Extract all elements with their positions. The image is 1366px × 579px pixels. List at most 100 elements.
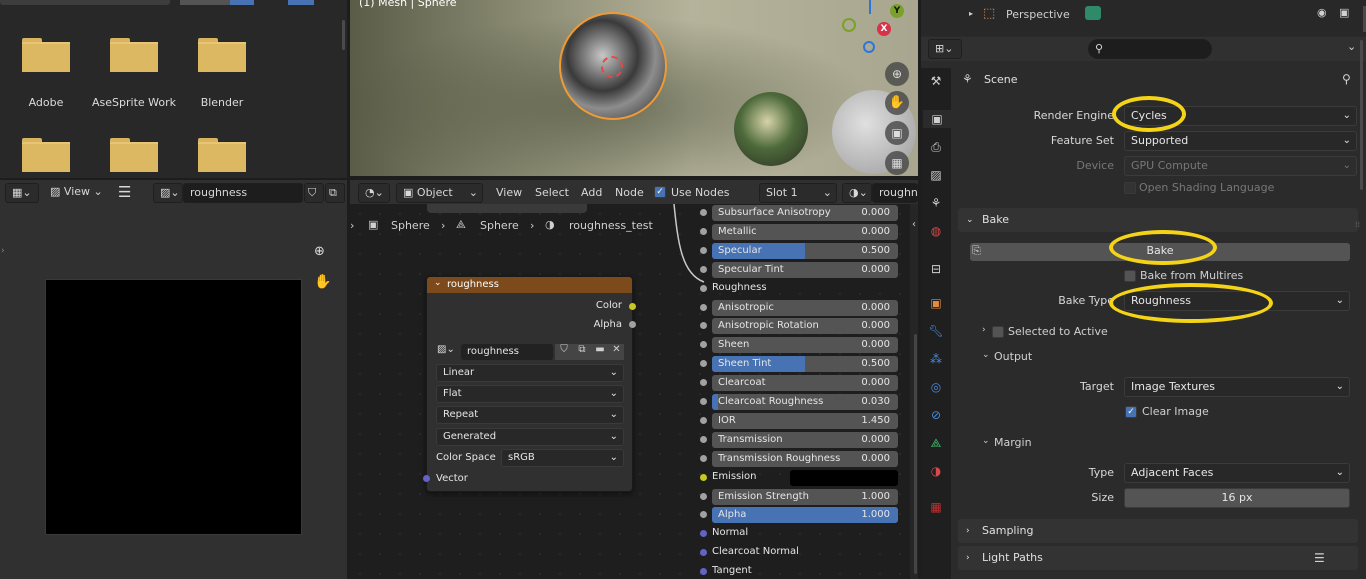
open-folder-icon[interactable]: ▬ (591, 344, 609, 360)
editor-type-dropdown[interactable]: ▦⌄ (5, 183, 39, 203)
color-output-socket[interactable] (629, 303, 636, 310)
bsdf-input-row[interactable]: Specular Tint 0.000 (700, 261, 910, 279)
node-title[interactable]: roughness (427, 277, 632, 293)
material-name-field[interactable]: roughne (872, 183, 918, 203)
object-tab-icon[interactable]: ▣ (927, 294, 945, 312)
output-subpanel[interactable]: Output (994, 350, 1032, 363)
input-socket[interactable] (700, 284, 707, 292)
bsdf-input-row[interactable]: Anisotropic Rotation 0.000 (700, 317, 910, 335)
chevron-down-icon[interactable]: ⌄ (982, 350, 990, 360)
material-browse-icon[interactable]: ◑⌄ (842, 183, 872, 203)
input-value-slider[interactable]: IOR 1.450 (712, 412, 898, 429)
bsdf-input-row[interactable]: Roughness (700, 280, 910, 298)
folder-label[interactable]: AseSprite Work (89, 96, 179, 109)
input-socket[interactable] (700, 265, 707, 273)
input-socket[interactable] (700, 454, 707, 462)
bsdf-input-row[interactable]: Sheen Tint 0.500 (700, 355, 910, 373)
bake-panel-header[interactable]: ⌄ Bake (958, 208, 1358, 232)
input-socket[interactable] (700, 492, 707, 500)
input-value-slider[interactable]: Sheen Tint 0.500 (712, 356, 898, 373)
zoom-icon[interactable]: ⊕ (314, 244, 325, 259)
color-space-dropdown[interactable]: sRGB ⌄ (501, 449, 624, 467)
osl-checkbox[interactable] (1124, 182, 1136, 194)
folder-label[interactable]: Adobe (1, 96, 91, 109)
input-value-slider[interactable]: Alpha 1.000 (712, 507, 898, 524)
bsdf-input-row[interactable]: Clearcoat Roughness 0.030 (700, 393, 910, 411)
scrollbar[interactable] (1360, 40, 1363, 190)
bsdf-input-row[interactable]: Emission Strength 1.000 (700, 488, 910, 506)
principled-bsdf-node[interactable]: Subsurface Anisotropy 0.000 Metallic 0.000 S… (700, 204, 910, 579)
bsdf-input-row[interactable]: Metallic 0.000 (700, 223, 910, 241)
bsdf-input-row[interactable]: Sheen 0.000 (700, 336, 910, 354)
duplicate-icon[interactable]: ⧉ (573, 344, 591, 360)
input-socket[interactable] (700, 341, 707, 349)
fake-user-shield-icon[interactable]: ⛉ (304, 183, 324, 203)
selected-to-active-checkbox[interactable] (992, 326, 1004, 338)
view-menu[interactable]: View (64, 185, 90, 198)
input-value-slider[interactable]: Anisotropic 0.000 (712, 299, 898, 316)
input-value-slider[interactable]: Sheen 0.000 (712, 337, 898, 354)
view-layer-tab-icon[interactable]: ▨ (927, 166, 945, 184)
image-browse-icon[interactable]: ▨⌄ (153, 183, 183, 203)
zoom-icon[interactable]: ⊕ (885, 62, 909, 86)
feature-set-dropdown[interactable]: Supported ⌄ (1124, 131, 1357, 151)
world-tab-icon[interactable]: ◍ (927, 222, 945, 240)
input-socket[interactable] (700, 549, 707, 557)
bsdf-input-row[interactable]: Transmission 0.000 (700, 431, 910, 449)
input-socket[interactable] (700, 303, 707, 311)
interpolation-dropdown[interactable]: Linear ⌄ (436, 364, 624, 382)
sidebar-toggle-icon[interactable]: ‹ (912, 219, 916, 230)
properties-search[interactable]: ⚲ (1088, 39, 1212, 59)
bsdf-input-row[interactable]: Emission (700, 469, 910, 487)
image-name-field[interactable]: roughness (183, 183, 303, 203)
view-toggle-active[interactable] (230, 0, 254, 5)
bake-multires-checkbox[interactable] (1124, 270, 1136, 282)
modifier-tab-icon[interactable]: 🔧︎ (927, 322, 945, 340)
pan-hand-icon[interactable]: ✋ (885, 91, 909, 115)
vector-input-socket[interactable] (423, 475, 430, 482)
margin-subpanel[interactable]: Margin (994, 436, 1032, 449)
menu-add[interactable]: Add (581, 184, 602, 202)
folder-label[interactable]: Blender (177, 96, 267, 109)
bsdf-input-row[interactable]: Clearcoat Normal (700, 544, 910, 562)
image-name-field[interactable]: roughness (461, 344, 553, 360)
target-dropdown[interactable]: Image Textures ⌄ (1124, 377, 1350, 397)
folder-icon[interactable] (22, 138, 70, 174)
tool-tab-icon[interactable]: ⚒ (927, 72, 945, 90)
scene-tab-icon[interactable]: ⚘ (927, 194, 945, 212)
particles-tab-icon[interactable]: ⁂ (927, 350, 945, 368)
gizmo-y-icon[interactable]: Y (890, 4, 904, 18)
data-tab-icon[interactable]: ⟁ (927, 434, 945, 452)
selected-to-active-label[interactable]: Selected to Active (1008, 325, 1108, 338)
bsdf-input-row[interactable]: Subsurface Anisotropy 0.000 (700, 204, 910, 222)
use-nodes-checkbox[interactable]: ✓ (654, 186, 666, 198)
camera-render-icon[interactable]: ▣ (1339, 6, 1349, 19)
node-fragment[interactable] (427, 204, 587, 213)
input-value-slider[interactable]: Subsurface Anisotropy 0.000 (712, 205, 898, 221)
bsdf-input-row[interactable]: Alpha 1.000 (700, 506, 910, 524)
chevron-right-icon[interactable]: › (982, 325, 986, 335)
input-socket[interactable] (700, 209, 707, 216)
collapse-chevron-icon[interactable]: ⌄ (434, 278, 442, 288)
bsdf-input-row[interactable]: Tangent (700, 563, 910, 579)
chevron-down-icon[interactable]: ⌄ (982, 436, 990, 446)
3d-viewport[interactable]: (1) Mesh | Sphere Y X ⊕ ✋ ▣ ▦ (350, 0, 918, 176)
input-value-slider[interactable]: Metallic 0.000 (712, 223, 898, 240)
source-dropdown[interactable]: Generated ⌄ (436, 428, 624, 446)
physics-tab-icon[interactable]: ◎ (927, 378, 945, 396)
drag-handle-icon[interactable]: ⁞⁞ (1355, 220, 1361, 260)
alpha-output-socket[interactable] (629, 321, 636, 328)
path-field[interactable] (0, 0, 170, 5)
input-socket[interactable] (700, 322, 707, 330)
outliner-item[interactable]: Perspective (1006, 8, 1070, 21)
folder-icon[interactable] (22, 38, 70, 72)
input-value-slider[interactable]: Clearcoat Roughness 0.030 (712, 394, 898, 410)
extension-dropdown[interactable]: Repeat ⌄ (436, 406, 624, 424)
input-socket[interactable] (700, 568, 707, 576)
input-socket[interactable] (700, 227, 707, 235)
eye-visibility-icon[interactable]: ◉ (1317, 6, 1327, 19)
fake-user-shield-icon[interactable]: ⛉ (555, 344, 573, 360)
menu-node[interactable]: Node (615, 184, 644, 202)
bsdf-input-row[interactable]: Anisotropic 0.000 (700, 299, 910, 317)
view-mode-dropdown[interactable]: ▨ View ⌄ (44, 183, 110, 203)
